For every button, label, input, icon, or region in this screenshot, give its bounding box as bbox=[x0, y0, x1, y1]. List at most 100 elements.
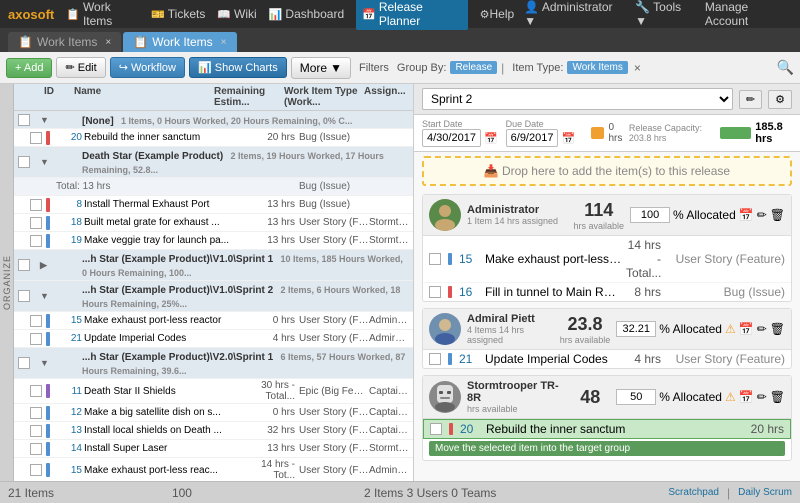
piett-item1-cb[interactable] bbox=[429, 353, 441, 365]
group-none-cb[interactable] bbox=[18, 114, 30, 126]
list-item[interactable]: 20 Rebuild the inner sanctum 20 hrs Bug … bbox=[14, 129, 413, 147]
search-icon[interactable]: 🔍 bbox=[777, 59, 794, 76]
expand-none-icon[interactable]: ▼ bbox=[40, 115, 50, 125]
list-item[interactable]: 11 Death Star II Shields 30 hrs - Total.… bbox=[14, 379, 413, 404]
item-19-cb[interactable] bbox=[30, 235, 42, 247]
admin-item2-cb[interactable] bbox=[429, 286, 441, 298]
group-s2-cb[interactable] bbox=[18, 290, 30, 302]
workflow-button[interactable]: ↪ Workflow bbox=[110, 57, 185, 78]
group-s1-cb[interactable] bbox=[18, 259, 30, 271]
edit-button[interactable]: ✏ Edit bbox=[56, 57, 105, 78]
piett-del-icon[interactable]: 🗑 bbox=[770, 322, 785, 336]
header-cb bbox=[18, 86, 34, 108]
tab-close-2[interactable]: × bbox=[221, 37, 227, 48]
group-death-star[interactable]: ▼ Death Star (Example Product) 2 Items, … bbox=[14, 147, 413, 178]
filter-close[interactable]: × bbox=[634, 61, 641, 75]
list-item[interactable]: 8 Install Thermal Exhaust Port 13 hrs Bu… bbox=[14, 196, 413, 214]
admin-del-icon[interactable]: 🗑 bbox=[770, 208, 785, 222]
expand-ds-icon[interactable]: ▼ bbox=[40, 157, 50, 167]
item-20-cb[interactable] bbox=[30, 132, 42, 144]
item-11-cb[interactable] bbox=[30, 385, 42, 397]
drag-target-row[interactable]: 20 Rebuild the inner sanctum 20 hrs bbox=[423, 419, 791, 439]
scratchpad-button[interactable]: Scratchpad bbox=[668, 487, 719, 498]
nav-release-planner[interactable]: 📅 Release Planner bbox=[356, 0, 468, 30]
list-item[interactable]: 15 Make exhaust port-less reac... 14 hrs… bbox=[14, 458, 413, 481]
list-item[interactable]: 15 Make exhaust port-less reactor 14 hrs… bbox=[423, 236, 791, 283]
piett-item1-hrs: 4 hrs bbox=[626, 352, 661, 366]
group-sprint1[interactable]: ▶ ...h Star (Example Product)\V1.0\Sprin… bbox=[14, 250, 413, 281]
group-v2s1-cb[interactable] bbox=[18, 357, 30, 369]
group-ds-cb[interactable] bbox=[18, 156, 30, 168]
tab-icon-2: 📋 bbox=[133, 35, 148, 49]
piett-edit-icon[interactable]: ✏ bbox=[757, 322, 767, 336]
item-8-cb[interactable] bbox=[30, 199, 42, 211]
trooper-del-icon[interactable]: 🗑 bbox=[770, 390, 785, 404]
group-v2-sprint1[interactable]: ▼ ...h Star (Example Product)\V2.0\Sprin… bbox=[14, 348, 413, 379]
sprint-select[interactable]: Sprint 2 bbox=[422, 88, 733, 110]
list-item[interactable]: 21 Update Imperial Codes 4 hrs User Stor… bbox=[14, 330, 413, 348]
tab-work-items-1[interactable]: 📋 Work Items × bbox=[8, 32, 121, 52]
alloc-input-piett[interactable] bbox=[616, 321, 656, 337]
item-15-cb[interactable] bbox=[30, 315, 42, 327]
group-sprint2[interactable]: ▼ ...h Star (Example Product)\V1.0\Sprin… bbox=[14, 281, 413, 312]
due-cal-icon[interactable]: 📅 bbox=[561, 132, 575, 145]
item-18-cb[interactable] bbox=[30, 217, 42, 229]
organize-bar[interactable]: ORGANIZE bbox=[0, 84, 14, 481]
list-item[interactable]: 21 Update Imperial Codes 4 hrs User Stor… bbox=[423, 350, 791, 368]
work-items-tag[interactable]: Work Items bbox=[567, 61, 627, 74]
piett-cal-icon[interactable]: 📅 bbox=[739, 322, 754, 336]
admin-item1-cb[interactable] bbox=[429, 253, 441, 265]
release-tag[interactable]: Release bbox=[450, 61, 497, 74]
item-15b-cb[interactable] bbox=[30, 464, 42, 476]
tab-work-items-2[interactable]: 📋 Work Items × bbox=[123, 32, 236, 52]
start-cal-icon[interactable]: 📅 bbox=[484, 132, 498, 145]
user-menu[interactable]: 👤 Administrator ▼ bbox=[524, 0, 625, 28]
nav-dashboard[interactable]: 📊 Dashboard bbox=[269, 7, 344, 21]
nav-tickets[interactable]: 🎫 Tickets bbox=[151, 7, 205, 21]
tab-close-1[interactable]: × bbox=[105, 37, 111, 48]
drop-zone[interactable]: 📥 Drop here to add the item(s) to this r… bbox=[422, 156, 792, 186]
daily-scrum-button[interactable]: Daily Scrum bbox=[738, 487, 792, 498]
nav-wiki[interactable]: 📖 Wiki bbox=[217, 7, 256, 21]
list-item[interactable]: 13 Install local shields on Death ... 32… bbox=[14, 422, 413, 440]
list-item[interactable]: 12 Make a big satellite dish on s... 0 h… bbox=[14, 404, 413, 422]
header-type[interactable]: Work Item Type (Work... bbox=[284, 86, 364, 108]
item-14-cb[interactable] bbox=[30, 443, 42, 455]
more-button[interactable]: More ▼ bbox=[291, 57, 351, 79]
list-item[interactable]: 15 Make exhaust port-less reactor 0 hrs … bbox=[14, 312, 413, 330]
item-19-id: 19 bbox=[56, 235, 84, 246]
item-13-cb[interactable] bbox=[30, 425, 42, 437]
add-button[interactable]: + Add bbox=[6, 58, 52, 78]
header-id[interactable]: ID bbox=[44, 86, 74, 108]
header-name[interactable]: Name bbox=[74, 86, 214, 108]
group-none[interactable]: ▼ [None] 1 Items, 0 Hours Worked, 20 Hou… bbox=[14, 111, 413, 129]
item-12-cb[interactable] bbox=[30, 407, 42, 419]
manage-account-link[interactable]: Manage Account bbox=[705, 0, 792, 28]
header-est[interactable]: Remaining Estim... bbox=[214, 86, 284, 108]
list-item[interactable]: 14 Install Super Laser 13 hrs User Story… bbox=[14, 440, 413, 458]
expand-v2s1-icon[interactable]: ▼ bbox=[40, 358, 50, 368]
sprint-settings-btn[interactable]: ⚙ bbox=[768, 90, 792, 109]
list-item[interactable]: 18 Built metal grate for exhaust ... 13 … bbox=[14, 214, 413, 232]
sprint-edit-btn[interactable]: ✏ bbox=[739, 90, 762, 109]
item-21a-cb[interactable] bbox=[30, 333, 42, 345]
trooper-edit-icon[interactable]: ✏ bbox=[757, 390, 767, 404]
header-assign[interactable]: Assign... bbox=[364, 86, 409, 108]
show-charts-button[interactable]: 📊 Show Charts bbox=[189, 57, 287, 78]
tools-menu[interactable]: 🔧 Tools ▼ bbox=[635, 0, 695, 28]
admin-edit-icon[interactable]: ✏ bbox=[757, 208, 767, 222]
nav-work-items[interactable]: 📋 Work Items bbox=[66, 0, 139, 28]
trooper-cal-icon[interactable]: 📅 bbox=[739, 390, 754, 404]
nav-settings-icon[interactable]: ⚙ bbox=[480, 8, 490, 21]
item-14-id: 14 bbox=[56, 443, 84, 454]
list-item[interactable]: 19 Make veggie tray for launch pa... 13 … bbox=[14, 232, 413, 250]
trooper-drag-cb[interactable] bbox=[430, 423, 442, 435]
expand-s2-icon[interactable]: ▼ bbox=[40, 291, 50, 301]
help-link[interactable]: Help bbox=[490, 7, 515, 21]
expand-s1-icon[interactable]: ▶ bbox=[40, 260, 50, 271]
alloc-input-admin[interactable] bbox=[630, 207, 670, 223]
list-item[interactable]: 16 Fill in tunnel to Main Reactor 8 hrs … bbox=[423, 283, 791, 301]
admin-cal-icon[interactable]: 📅 bbox=[739, 208, 754, 222]
item-14-type: User Story (Feature) bbox=[299, 443, 369, 454]
alloc-input-trooper[interactable] bbox=[616, 389, 656, 405]
